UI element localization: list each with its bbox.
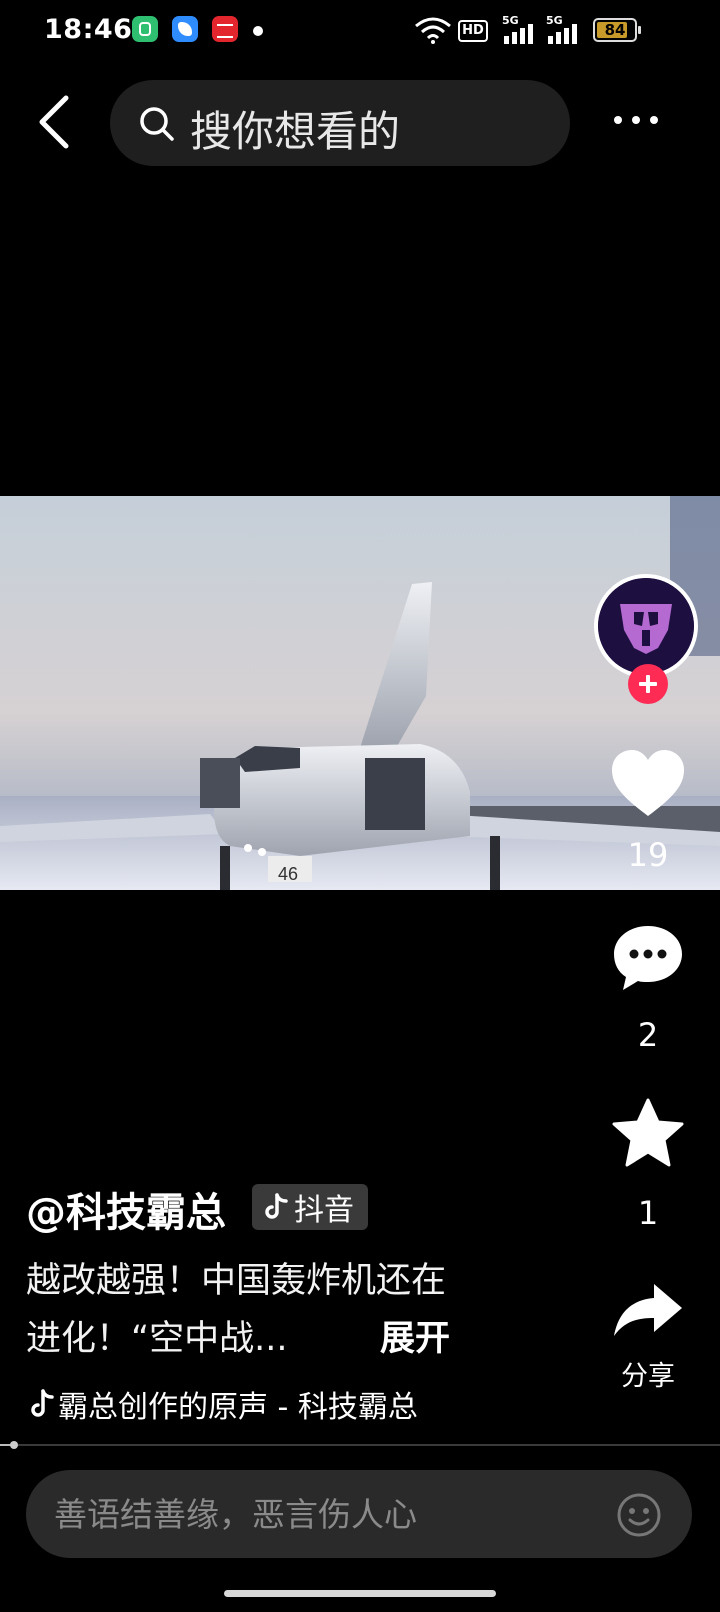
share-label: 分享 bbox=[621, 1361, 675, 1392]
follow-button[interactable] bbox=[628, 664, 668, 704]
chevron-left-icon bbox=[39, 95, 69, 149]
status-bar: 18:46 HD 5G 5G 84 bbox=[0, 0, 720, 64]
shopping-notification-icon bbox=[212, 16, 238, 42]
favorite-count: 1 bbox=[637, 1194, 659, 1232]
avatar bbox=[594, 574, 698, 678]
comment-count: 2 bbox=[637, 1016, 659, 1054]
music-note-icon bbox=[31, 1389, 54, 1417]
favorite-action[interactable]: 1 bbox=[598, 1098, 698, 1232]
more-notifications-dot-icon bbox=[253, 26, 263, 36]
star-icon bbox=[612, 1098, 684, 1167]
expand-button[interactable]: 展开 bbox=[380, 1310, 450, 1368]
screen: 18:46 HD 5G 5G 84 搜你想看的 46 19 2 1 分享 @科技… bbox=[0, 0, 720, 1612]
hd-label: HD bbox=[462, 23, 484, 38]
cellular-signal-1: 5G bbox=[502, 14, 536, 44]
emoji-button[interactable] bbox=[616, 1492, 662, 1538]
wifi-icon bbox=[415, 17, 451, 44]
heart-icon bbox=[612, 750, 684, 816]
comment-input[interactable] bbox=[54, 1470, 614, 1558]
more-options-button[interactable] bbox=[608, 104, 664, 136]
music-note-icon bbox=[265, 1193, 288, 1219]
music-credit[interactable]: 霸总创作的原声 - 科技霸总 bbox=[30, 1382, 418, 1426]
like-action[interactable]: 19 bbox=[598, 748, 698, 874]
home-indicator[interactable] bbox=[224, 1590, 496, 1597]
platform-badge[interactable]: 抖音 bbox=[252, 1184, 368, 1230]
share-action[interactable]: 分享 bbox=[598, 1280, 698, 1393]
author-avatar[interactable] bbox=[594, 574, 698, 678]
cellular-signal-2: 5G bbox=[546, 14, 580, 44]
autobot-logo-icon bbox=[598, 578, 694, 674]
platform-label: 抖音 bbox=[294, 1193, 354, 1228]
search-placeholder: 搜你想看的 bbox=[190, 107, 401, 156]
video-progress-bar[interactable] bbox=[0, 1441, 720, 1449]
smiley-face-icon bbox=[617, 1493, 661, 1537]
battery-level: 84 bbox=[604, 21, 626, 39]
signal-bars-icon bbox=[504, 24, 533, 44]
search-bar[interactable]: 搜你想看的 bbox=[110, 80, 570, 166]
like-count: 19 bbox=[627, 836, 669, 874]
aircraft-tail-number: 46 bbox=[278, 864, 298, 884]
back-button[interactable] bbox=[30, 92, 82, 152]
signal-bars-icon bbox=[548, 24, 577, 44]
browser-notification-icon bbox=[172, 16, 198, 42]
comment-bubble-icon bbox=[614, 926, 682, 990]
status-time: 18:46 bbox=[44, 14, 133, 45]
app-notification-icon bbox=[132, 16, 158, 42]
comment-action[interactable]: 2 bbox=[598, 922, 698, 1054]
battery-icon: 84 bbox=[593, 18, 641, 42]
hd-voice-icon: HD bbox=[458, 20, 488, 42]
music-title: 霸总创作的原声 - 科技霸总 bbox=[58, 1390, 418, 1425]
more-horizontal-icon bbox=[614, 116, 658, 124]
search-icon bbox=[140, 107, 174, 141]
share-arrow-icon bbox=[614, 1284, 682, 1336]
author-name[interactable]: @科技霸总 bbox=[26, 1180, 226, 1238]
comment-bar bbox=[26, 1470, 692, 1558]
progress-handle[interactable] bbox=[10, 1441, 19, 1449]
